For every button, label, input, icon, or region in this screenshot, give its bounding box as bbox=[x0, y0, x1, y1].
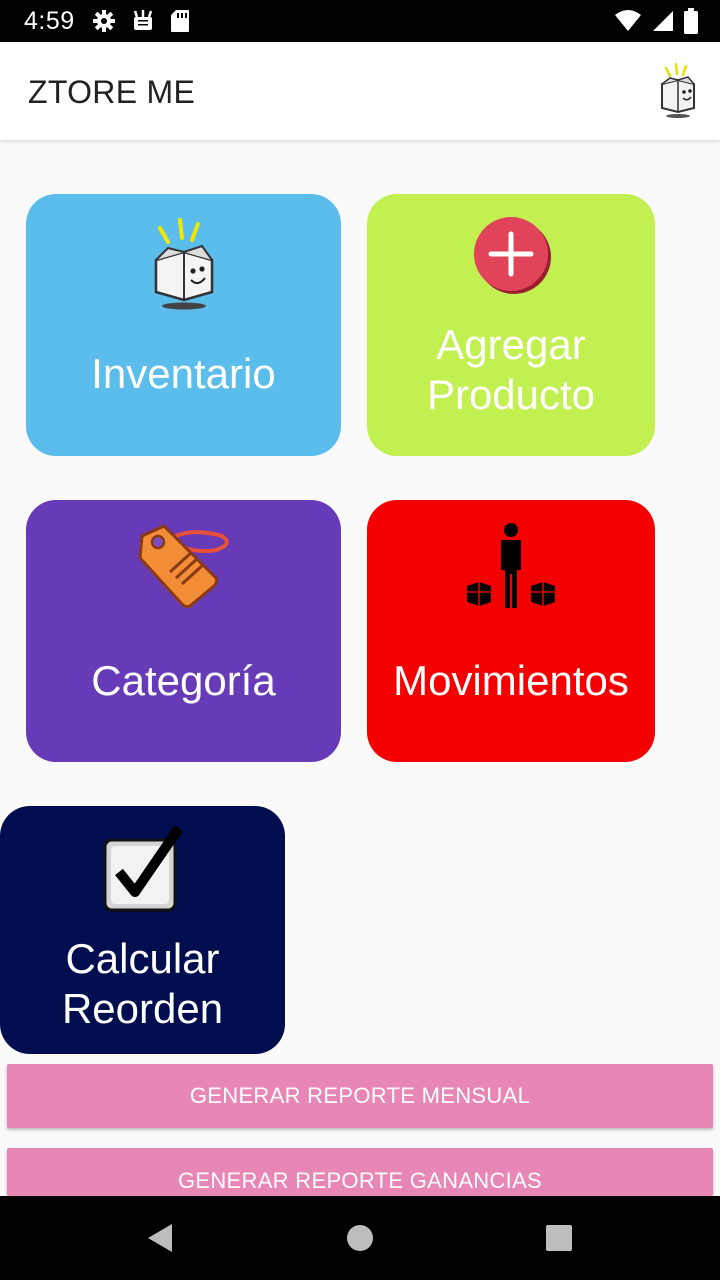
tile-agregar-producto[interactable]: Agregar Producto bbox=[367, 194, 655, 456]
tile-label-line1: Calcular bbox=[65, 935, 220, 982]
tile-label-line2: Producto bbox=[426, 371, 596, 418]
tile-inventario[interactable]: Inventario bbox=[26, 194, 341, 456]
status-time: 4:59 bbox=[24, 7, 75, 35]
happy-box-icon bbox=[154, 218, 213, 310]
person-boxes-icon bbox=[467, 523, 555, 608]
app-bar: ZTORE ME bbox=[0, 42, 720, 140]
checkbox-icon bbox=[103, 825, 183, 912]
signal-icon bbox=[653, 11, 673, 31]
tile-label-line1: Agregar bbox=[436, 321, 586, 368]
sd-card-icon bbox=[171, 10, 189, 32]
tile-label: Calcular Reorden bbox=[0, 934, 285, 1034]
android-debug-icon bbox=[133, 10, 153, 30]
tile-label: Movimientos bbox=[393, 657, 629, 704]
generate-profit-report-button[interactable]: GENERAR REPORTE GANANCIAS bbox=[7, 1148, 713, 1196]
tile-movimientos[interactable]: Movimientos bbox=[367, 500, 655, 762]
tile-categoria[interactable]: Categoría bbox=[26, 500, 341, 762]
tile-label: Inventario bbox=[91, 350, 276, 397]
price-tag-icon bbox=[138, 524, 229, 609]
navigation-bar bbox=[0, 1196, 720, 1280]
add-circle-icon bbox=[474, 217, 551, 294]
gear-icon bbox=[93, 10, 115, 32]
back-icon[interactable] bbox=[140, 1218, 180, 1258]
happy-box-logo-icon[interactable] bbox=[656, 60, 700, 120]
home-icon[interactable] bbox=[340, 1218, 380, 1258]
battery-icon bbox=[684, 8, 698, 34]
tile-label-line2: Reorden bbox=[61, 985, 224, 1032]
status-bar: 4:59 bbox=[0, 0, 720, 42]
generate-monthly-report-button[interactable]: GENERAR REPORTE MENSUAL bbox=[7, 1064, 713, 1128]
recents-icon[interactable] bbox=[539, 1218, 579, 1258]
tile-label: Categoría bbox=[91, 657, 276, 704]
tile-calcular-reorden[interactable]: Calcular Reorden bbox=[0, 806, 285, 1054]
app-title: ZTORE ME bbox=[28, 74, 196, 110]
tile-label: Agregar Producto bbox=[367, 320, 655, 420]
wifi-icon bbox=[615, 10, 641, 31]
